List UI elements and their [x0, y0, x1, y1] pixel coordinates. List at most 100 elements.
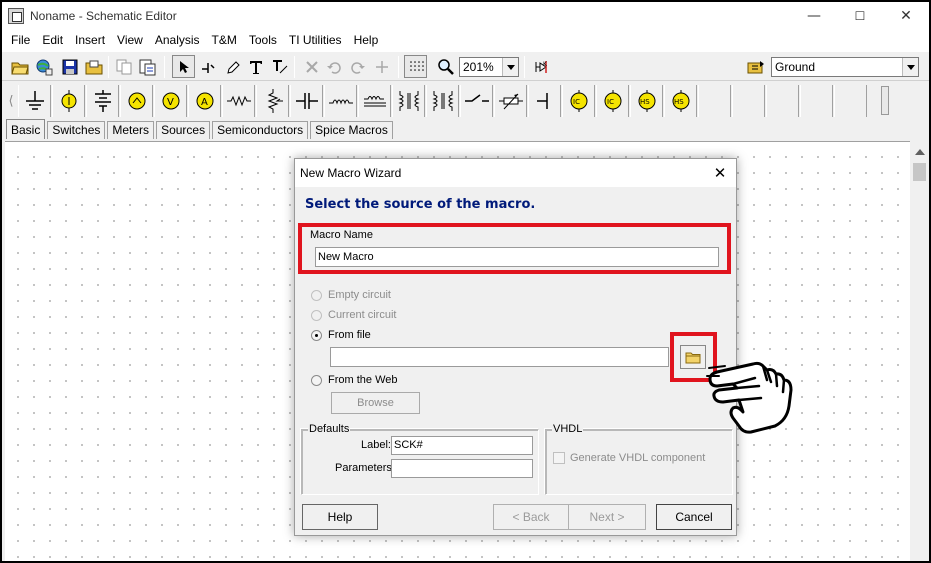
zoom-select[interactable]: 201% — [459, 57, 519, 77]
svg-text:IC: IC — [573, 98, 580, 106]
menu-tools[interactable]: Tools — [243, 30, 283, 51]
hs-source-icon[interactable]: HS — [630, 85, 663, 117]
redo-icon[interactable] — [346, 55, 369, 78]
transformer-icon[interactable] — [358, 85, 391, 117]
label-input[interactable]: SCK# — [391, 436, 533, 455]
browse-web-button[interactable]: Browse — [331, 392, 420, 414]
radio-from-file-label: From file — [328, 329, 371, 341]
variable-resistor-icon[interactable] — [494, 85, 527, 117]
menu-ti-utilities[interactable]: TI Utilities — [283, 30, 348, 51]
tab-switches[interactable]: Switches — [47, 121, 106, 139]
radio-from-file[interactable] — [311, 330, 322, 341]
pin-icon[interactable] — [370, 55, 393, 78]
coupled-inductor-icon[interactable] — [392, 85, 425, 117]
ammeter-icon[interactable]: A — [188, 85, 221, 117]
palette-empty-slot — [800, 85, 833, 117]
back-button[interactable]: < Back — [493, 504, 569, 530]
tab-spice-macros[interactable]: Spice Macros — [310, 121, 393, 139]
defaults-group-title: Defaults — [308, 423, 351, 435]
potentiometer-icon[interactable] — [256, 85, 289, 117]
chevron-down-icon[interactable] — [502, 58, 518, 76]
save-icon[interactable] — [58, 55, 81, 78]
paste-icon[interactable] — [136, 55, 159, 78]
dialog-title: New Macro Wizard — [295, 159, 736, 187]
radio-empty-circuit[interactable] — [311, 290, 322, 301]
menu-file[interactable]: File — [5, 30, 36, 51]
multi-battery-icon[interactable] — [86, 85, 119, 117]
svg-text:HS: HS — [640, 98, 650, 106]
macro-name-label: Macro Name — [310, 229, 373, 241]
ic-source-icon[interactable]: IC — [562, 85, 595, 117]
menu-insert[interactable]: Insert — [69, 30, 111, 51]
parameters-input[interactable] — [391, 459, 533, 478]
web-open-icon[interactable] — [32, 55, 55, 78]
palette-tabs: Basic Switches Meters Sources Semiconduc… — [6, 119, 395, 139]
tab-sources[interactable]: Sources — [156, 121, 211, 139]
chevron-down-icon[interactable] — [902, 58, 918, 76]
component-select[interactable]: Ground — [771, 57, 919, 77]
scroll-up-icon[interactable] — [915, 149, 925, 155]
maximize-button[interactable]: ☐ — [837, 2, 883, 30]
radio-current-circuit[interactable] — [311, 310, 322, 321]
menu-tm[interactable]: T&M — [206, 30, 243, 51]
tab-basic[interactable]: Basic — [6, 119, 46, 139]
radio-from-web[interactable] — [311, 375, 322, 386]
text-icon[interactable] — [244, 55, 267, 78]
palette-empty-slot — [698, 85, 731, 117]
palette-scroll-handle[interactable] — [881, 86, 889, 115]
zoom-icon[interactable] — [434, 55, 457, 78]
generate-vhdl-checkbox[interactable] — [553, 452, 565, 464]
copy-icon[interactable] — [112, 55, 135, 78]
close-button[interactable]: ✕ — [883, 2, 929, 30]
palette-scroll-left-icon[interactable]: ⟨ — [6, 88, 16, 114]
find-component-icon[interactable] — [744, 55, 767, 78]
app-icon — [8, 8, 24, 24]
ground-icon[interactable] — [18, 85, 51, 117]
radio-from-web-label: From the Web — [328, 374, 398, 386]
analysis-icon[interactable]: K — [530, 55, 553, 78]
component-value: Ground — [775, 60, 816, 74]
macro-name-input[interactable]: New Macro — [315, 247, 719, 267]
dialog-heading: Select the source of the macro. — [305, 197, 536, 212]
port-icon[interactable] — [528, 85, 561, 117]
capacitor-icon[interactable] — [290, 85, 323, 117]
resistor-icon[interactable] — [222, 85, 255, 117]
undo-icon[interactable] — [322, 55, 345, 78]
delete-icon[interactable] — [300, 55, 323, 78]
wire-icon[interactable] — [196, 55, 219, 78]
hs-source2-icon[interactable]: HS — [664, 85, 697, 117]
file-path-input[interactable] — [330, 347, 669, 367]
ic-source2-icon[interactable]: IC — [596, 85, 629, 117]
label-icon[interactable] — [268, 55, 291, 78]
switch-icon[interactable] — [426, 85, 459, 117]
radio-current-circuit-label: Current circuit — [328, 309, 397, 321]
open-file-icon[interactable] — [82, 55, 105, 78]
scroll-thumb[interactable] — [913, 163, 926, 181]
tab-semiconductors[interactable]: Semiconductors — [212, 121, 309, 139]
jumper-icon[interactable] — [460, 85, 493, 117]
menu-view[interactable]: View — [111, 30, 149, 51]
select-arrow-icon[interactable] — [172, 55, 195, 78]
help-button[interactable]: Help — [302, 504, 378, 530]
inductor-icon[interactable] — [324, 85, 357, 117]
minimize-button[interactable]: — — [791, 2, 837, 30]
dialog-close-button[interactable]: ✕ — [710, 163, 730, 183]
voltage-generator-icon[interactable]: V — [154, 85, 187, 117]
menu-help[interactable]: Help — [348, 30, 385, 51]
pen-icon[interactable] — [220, 55, 243, 78]
vertical-scrollbar[interactable] — [910, 141, 929, 561]
voltmeter-icon[interactable] — [120, 85, 153, 117]
cancel-button[interactable]: Cancel — [656, 504, 732, 530]
radio-empty-circuit-label: Empty circuit — [328, 289, 391, 301]
open-folder-icon[interactable] — [8, 55, 31, 78]
tab-meters[interactable]: Meters — [107, 121, 155, 139]
grid-icon[interactable] — [404, 55, 427, 78]
menu-analysis[interactable]: Analysis — [149, 30, 206, 51]
new-macro-wizard-dialog: New Macro Wizard ✕ Select the source of … — [294, 158, 737, 536]
menu-edit[interactable]: Edit — [36, 30, 69, 51]
battery-icon[interactable] — [52, 85, 85, 117]
browse-web-label: Browse — [357, 397, 394, 409]
svg-text:A: A — [201, 97, 208, 108]
menu-bar: File Edit Insert View Analysis T&M Tools… — [2, 30, 929, 51]
next-button[interactable]: Next > — [568, 504, 646, 530]
